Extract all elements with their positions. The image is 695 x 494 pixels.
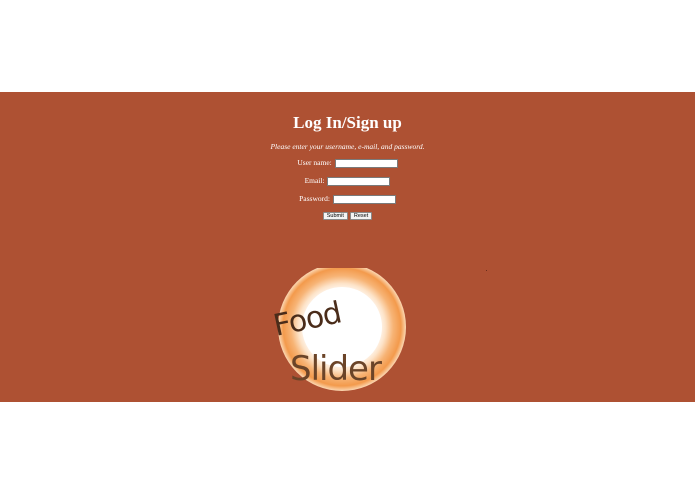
logo-slider-text: Slider (290, 349, 382, 389)
login-panel: Log In/Sign up Please enter your usernam… (0, 92, 695, 402)
page-title: Log In/Sign up (293, 113, 402, 132)
submit-button[interactable]: Submit (322, 212, 348, 220)
decorative-speck (486, 270, 487, 271)
username-label: User name: (297, 158, 332, 168)
food-slider-logo: Food Slider (270, 268, 406, 391)
page: Log In/Sign up Please enter your usernam… (0, 0, 695, 494)
email-row: Email: (0, 176, 695, 186)
password-row: Password: (0, 194, 695, 204)
username-row: User name: (0, 158, 695, 168)
email-input[interactable] (327, 176, 391, 186)
username-input[interactable] (334, 158, 398, 168)
form-instructions: Please enter your username, e-mail, and … (270, 142, 425, 151)
password-input[interactable] (332, 194, 396, 204)
password-label: Password: (299, 194, 330, 204)
form-buttons: Submit Reset (0, 212, 695, 220)
reset-button[interactable]: Reset (349, 212, 373, 220)
email-label: Email: (304, 176, 325, 186)
